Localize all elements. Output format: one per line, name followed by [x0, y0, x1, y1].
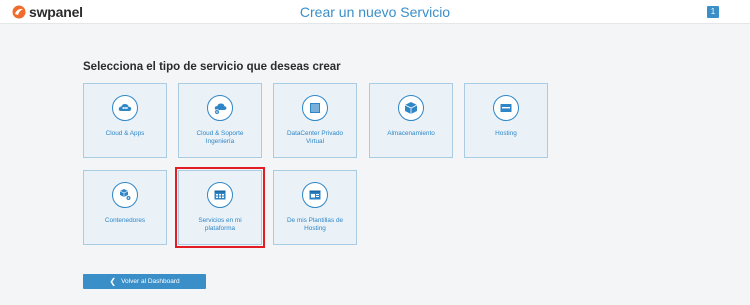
card-label: Cloud & Soporte Ingeniería — [196, 130, 244, 146]
service-card-storage[interactable]: Almacenamiento — [369, 83, 453, 158]
card-label: Servicios en mi plataforma — [198, 217, 242, 233]
containers-icon — [112, 182, 138, 208]
chevron-left-icon: ❮ — [109, 277, 117, 286]
storage-box-icon — [398, 95, 424, 121]
service-card-datacenter[interactable]: DataCenter Privado Virtual — [273, 83, 357, 158]
section-heading: Selecciona el tipo de servicio que desea… — [83, 61, 341, 73]
service-card-hosting-templates[interactable]: De mis Plantillas de Hosting — [273, 170, 357, 245]
service-card-hosting[interactable]: Hosting — [464, 83, 548, 158]
service-card-containers[interactable]: Contenedores — [83, 170, 167, 245]
hosting-icon — [493, 95, 519, 121]
cloud-apps-icon — [112, 95, 138, 121]
card-label: Contenedores — [104, 217, 146, 224]
service-card-cloud-support[interactable]: Cloud & Soporte Ingeniería — [178, 83, 262, 158]
card-label: Cloud & Apps — [105, 130, 145, 137]
cloud-support-icon — [207, 95, 233, 121]
notification-badge[interactable]: 1 — [707, 6, 719, 18]
top-bar: swpanel Crear un nuevo Servicio 1 — [0, 0, 750, 24]
hosting-templates-icon — [302, 182, 328, 208]
service-card-platform-services[interactable]: Servicios en mi plataforma — [175, 167, 265, 248]
page-title: Crear un nuevo Servicio — [299, 4, 451, 20]
card-label: De mis Plantillas de Hosting — [286, 217, 344, 233]
card-label: Almacenamiento — [387, 130, 435, 137]
card-label: Hosting — [495, 130, 517, 137]
back-button-label: Volver al Dashboard — [121, 278, 180, 285]
back-to-dashboard-button[interactable]: ❮ Volver al Dashboard — [83, 274, 206, 289]
platform-services-icon — [207, 182, 233, 208]
datacenter-icon — [302, 95, 328, 121]
service-card-cloud-apps[interactable]: Cloud & Apps — [83, 83, 167, 158]
card-label: DataCenter Privado Virtual — [286, 130, 344, 146]
